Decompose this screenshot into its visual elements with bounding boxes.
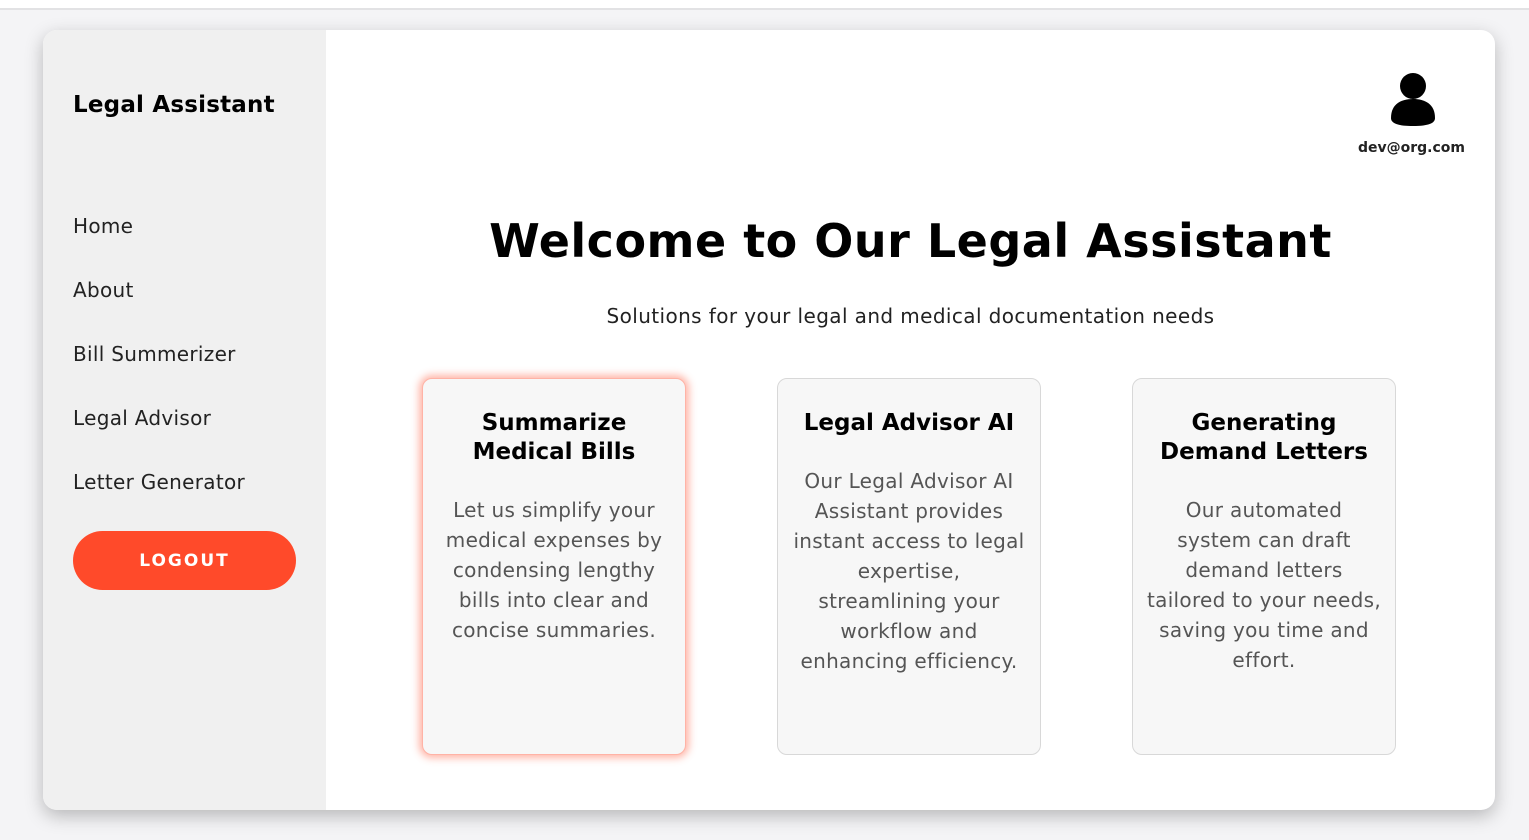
card-generating-demand-letters[interactable]: Generating Demand Letters Our automated … (1132, 378, 1396, 755)
page-title: Welcome to Our Legal Assistant (489, 214, 1332, 268)
card-legal-advisor-ai[interactable]: Legal Advisor AI Our Legal Advisor AI As… (777, 378, 1041, 755)
card-title: Generating Demand Letters (1160, 410, 1368, 465)
card-description: Our automated system can draft demand le… (1147, 498, 1382, 672)
card-title: Legal Advisor AI (803, 410, 1015, 436)
user-email: dev@org.com (1357, 140, 1465, 156)
nav-item-legal-advisor[interactable]: Legal Advisor (73, 404, 245, 468)
nav-item-home[interactable]: Home (73, 212, 245, 276)
nav-item-letter-generator[interactable]: Letter Generator (73, 468, 245, 535)
logout-button[interactable]: LOGOUT (73, 531, 296, 590)
main-content: dev@org.com Welcome to Our Legal Assista… (326, 30, 1495, 810)
app-window: Legal Assistant Home About Bill Summeriz… (43, 30, 1495, 810)
card-summarize-medical-bills[interactable]: Summarize Medical Bills Let us simplify … (422, 378, 686, 755)
page-subtitle: Solutions for your legal and medical doc… (606, 304, 1215, 328)
card-description: Let us simplify your medical expenses by… (445, 498, 663, 642)
sidebar: Legal Assistant Home About Bill Summeriz… (43, 30, 326, 810)
user-profile[interactable]: dev@org.com (1345, 72, 1465, 156)
nav-item-bill-summerizer[interactable]: Bill Summerizer (73, 340, 245, 404)
card-description: Our Legal Advisor AI Assistant provides … (793, 469, 1025, 673)
card-title: Summarize Medical Bills (472, 410, 636, 465)
brand-title: Legal Assistant (73, 92, 275, 118)
user-silhouette-icon[interactable] (1389, 72, 1437, 126)
sidebar-nav: Home About Bill Summerizer Legal Advisor… (73, 212, 245, 535)
nav-item-about[interactable]: About (73, 276, 245, 340)
feature-cards: Summarize Medical Bills Let us simplify … (422, 378, 1398, 758)
browser-top-divider (0, 0, 1529, 10)
